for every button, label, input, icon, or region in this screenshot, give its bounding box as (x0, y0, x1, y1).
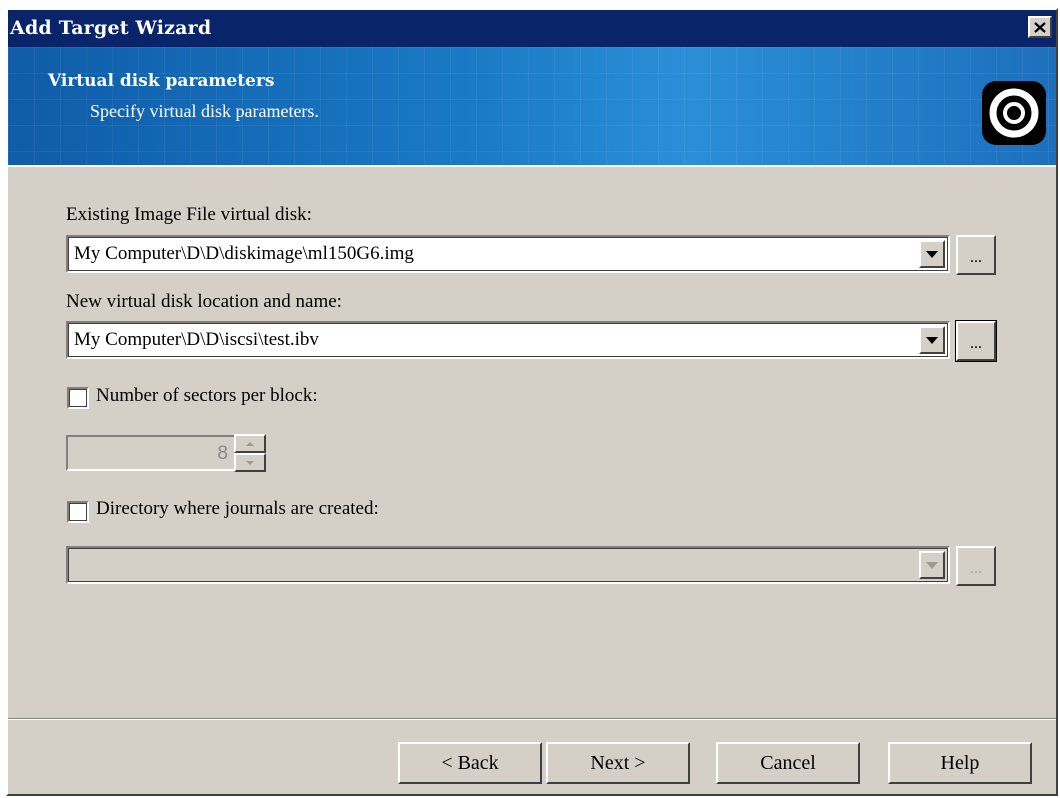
spin-down-button[interactable] (234, 453, 266, 472)
cancel-button[interactable]: Cancel (716, 742, 860, 784)
existing-image-combo[interactable]: My Computer\D\D\diskimage\ml150G6.img (66, 235, 950, 273)
chevron-down-icon (926, 561, 938, 569)
journals-dropdown-button[interactable] (919, 551, 945, 579)
chevron-down-icon (926, 336, 938, 344)
new-disk-value: My Computer\D\D\iscsi\test.ibv (74, 329, 319, 350)
chevron-down-icon (926, 250, 938, 258)
help-button[interactable]: Help (888, 742, 1032, 784)
next-button[interactable]: Next > (546, 742, 690, 784)
new-disk-dropdown-button[interactable] (919, 326, 945, 354)
sectors-value: 8 (217, 443, 228, 464)
sectors-checkbox[interactable] (67, 387, 89, 409)
back-button[interactable]: < Back (398, 742, 542, 784)
footer-separator (8, 718, 1056, 720)
spin-up-button[interactable] (234, 434, 266, 453)
new-disk-browse-button[interactable]: ... (955, 320, 997, 362)
journals-label[interactable]: Directory where journals are created: (96, 498, 379, 520)
chevron-down-icon (246, 460, 254, 465)
new-disk-combo[interactable]: My Computer\D\D\iscsi\test.ibv (66, 321, 950, 359)
journals-combo[interactable] (66, 546, 950, 584)
existing-image-label: Existing Image File virtual disk: (66, 204, 312, 225)
close-icon (1034, 21, 1046, 33)
wizard-header: Virtual disk parameters Specify virtual … (8, 47, 1056, 167)
journals-browse-button[interactable]: ... (956, 546, 996, 586)
journals-checkbox[interactable] (67, 501, 89, 523)
header-title: Virtual disk parameters (48, 71, 275, 91)
window-title: Add Target Wizard (10, 17, 212, 39)
close-button[interactable] (1028, 16, 1052, 38)
title-bar[interactable]: Add Target Wizard (8, 10, 1056, 47)
existing-image-dropdown-button[interactable] (919, 240, 945, 268)
new-disk-label: New virtual disk location and name: (66, 291, 342, 312)
sectors-spinner (234, 434, 266, 472)
existing-image-browse-button[interactable]: ... (956, 235, 996, 275)
wizard-window: Add Target Wizard Virtual disk parameter… (6, 8, 1058, 796)
header-subtitle: Specify virtual disk parameters. (90, 101, 319, 121)
disk-ring-icon (982, 81, 1046, 145)
sectors-spin-field[interactable]: 8 (66, 435, 236, 471)
sectors-label[interactable]: Number of sectors per block: (96, 385, 318, 407)
existing-image-value: My Computer\D\D\diskimage\ml150G6.img (74, 243, 414, 264)
chevron-up-icon (246, 441, 254, 446)
